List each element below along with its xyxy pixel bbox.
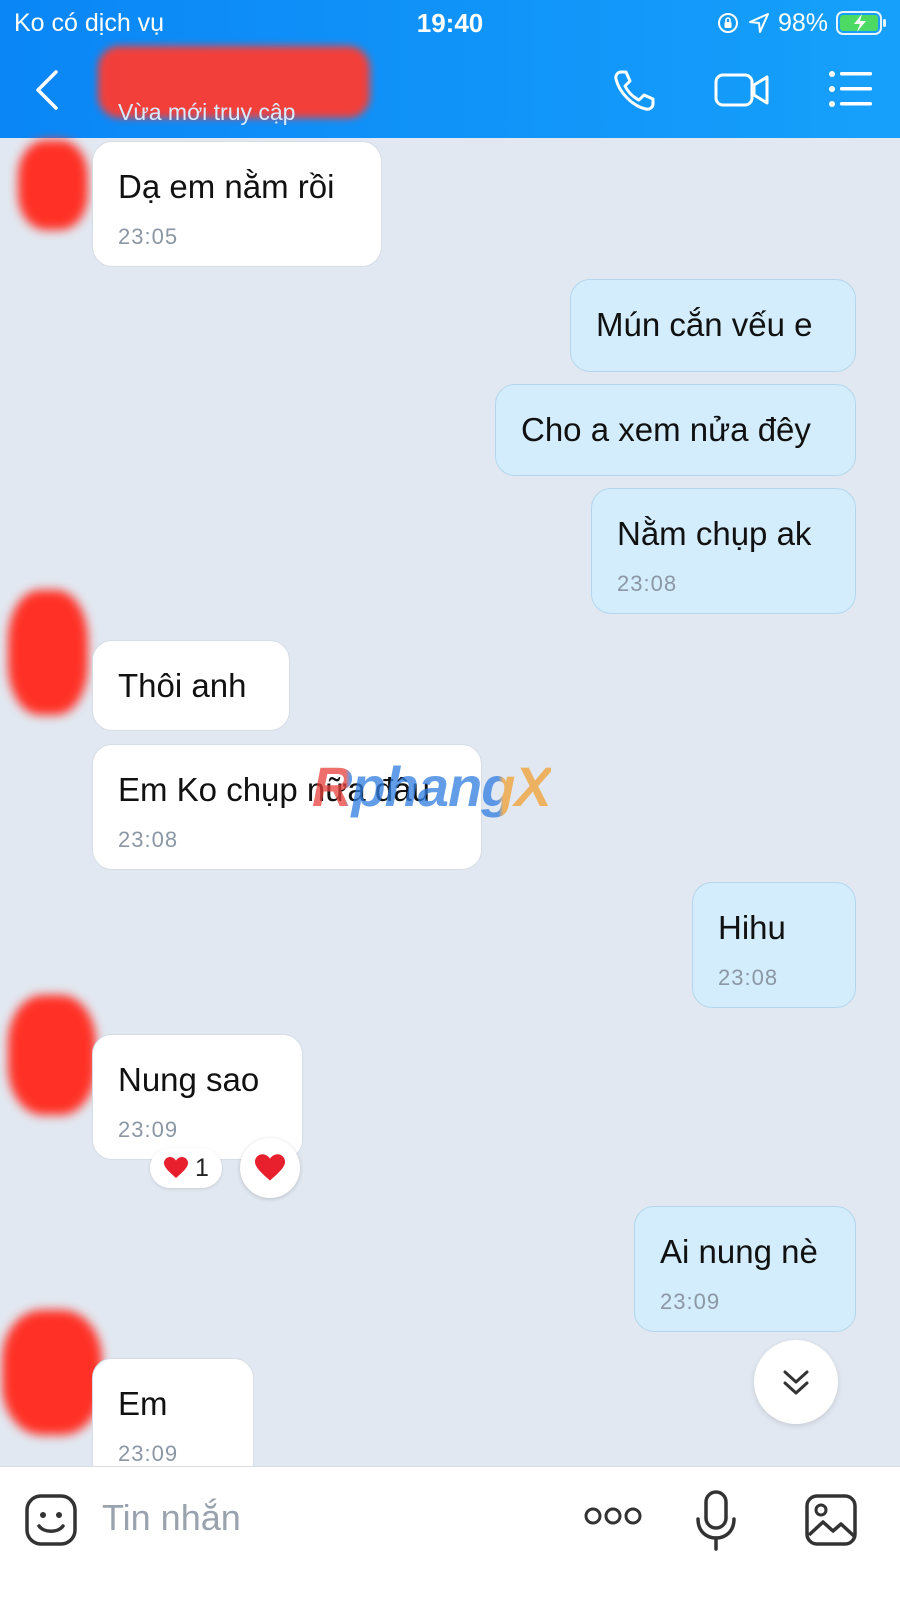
message-text: Hihu — [718, 909, 786, 946]
avatar[interactable] — [18, 140, 88, 230]
message-time: 23:08 — [718, 965, 779, 990]
double-chevron-down-icon — [783, 1370, 809, 1395]
microphone-icon[interactable] — [694, 1489, 738, 1553]
message-text: Cho a xem nửa đêy — [521, 411, 811, 448]
chat-header: Ko có dịch vụ 19:40 98% Vừa mới truy cập — [0, 0, 900, 138]
battery-percent: 98% — [777, 9, 828, 37]
message-text: Em — [118, 1385, 168, 1422]
message-time: 23:09 — [118, 1441, 179, 1466]
message-composer — [0, 1466, 900, 1601]
avatar[interactable] — [8, 995, 96, 1115]
message-time: 23:08 — [617, 571, 678, 596]
watermark-logo: RphangX — [312, 755, 552, 818]
menu-list-icon[interactable] — [828, 68, 874, 110]
message-time: 23:09 — [118, 1117, 179, 1142]
status-right: 98% — [716, 6, 888, 40]
scroll-to-bottom-button[interactable] — [754, 1340, 838, 1424]
incoming-message[interactable]: Thôi anh — [92, 640, 290, 731]
sticker-icon[interactable] — [24, 1493, 78, 1547]
message-time: 23:05 — [118, 224, 179, 249]
more-icon[interactable] — [584, 1505, 642, 1527]
message-text: Nằm chụp ak — [617, 515, 812, 552]
outgoing-message[interactable]: Hihu 23:08 — [692, 882, 856, 1008]
reaction-count-badge[interactable]: 1 — [150, 1148, 222, 1188]
outgoing-message[interactable]: Mún cắn vếu e — [570, 279, 856, 372]
message-text: Nung sao — [118, 1061, 260, 1098]
react-button[interactable] — [240, 1138, 300, 1198]
image-icon[interactable] — [804, 1493, 858, 1547]
message-input[interactable] — [100, 1491, 544, 1545]
incoming-message[interactable]: Dạ em nằm rồi 23:05 — [92, 141, 382, 267]
message-time: 23:09 — [660, 1289, 721, 1314]
outgoing-message[interactable]: Nằm chụp ak 23:08 — [591, 488, 856, 614]
location-arrow-icon — [748, 13, 769, 33]
message-text: Dạ em nằm rồi — [118, 168, 335, 205]
last-seen-status: Vừa mới truy cập — [118, 99, 296, 125]
phone-icon[interactable] — [612, 68, 658, 114]
message-text: Mún cắn vếu e — [596, 306, 813, 343]
outgoing-message[interactable]: Cho a xem nửa đêy — [495, 384, 856, 476]
avatar[interactable] — [8, 590, 88, 715]
heart-icon — [255, 1154, 285, 1181]
reaction-count: 1 — [195, 1153, 209, 1182]
outgoing-message[interactable]: Ai nung nè 23:09 — [634, 1206, 856, 1332]
video-camera-icon[interactable] — [714, 68, 770, 112]
avatar[interactable] — [2, 1310, 102, 1435]
message-time: 23:08 — [118, 827, 179, 852]
battery-charging-icon — [836, 11, 886, 35]
orientation-lock-icon — [717, 13, 738, 33]
back-icon[interactable] — [28, 66, 68, 114]
message-text: Thôi anh — [118, 667, 247, 704]
heart-icon — [164, 1157, 189, 1178]
message-text: Ai nung nè — [660, 1233, 818, 1270]
